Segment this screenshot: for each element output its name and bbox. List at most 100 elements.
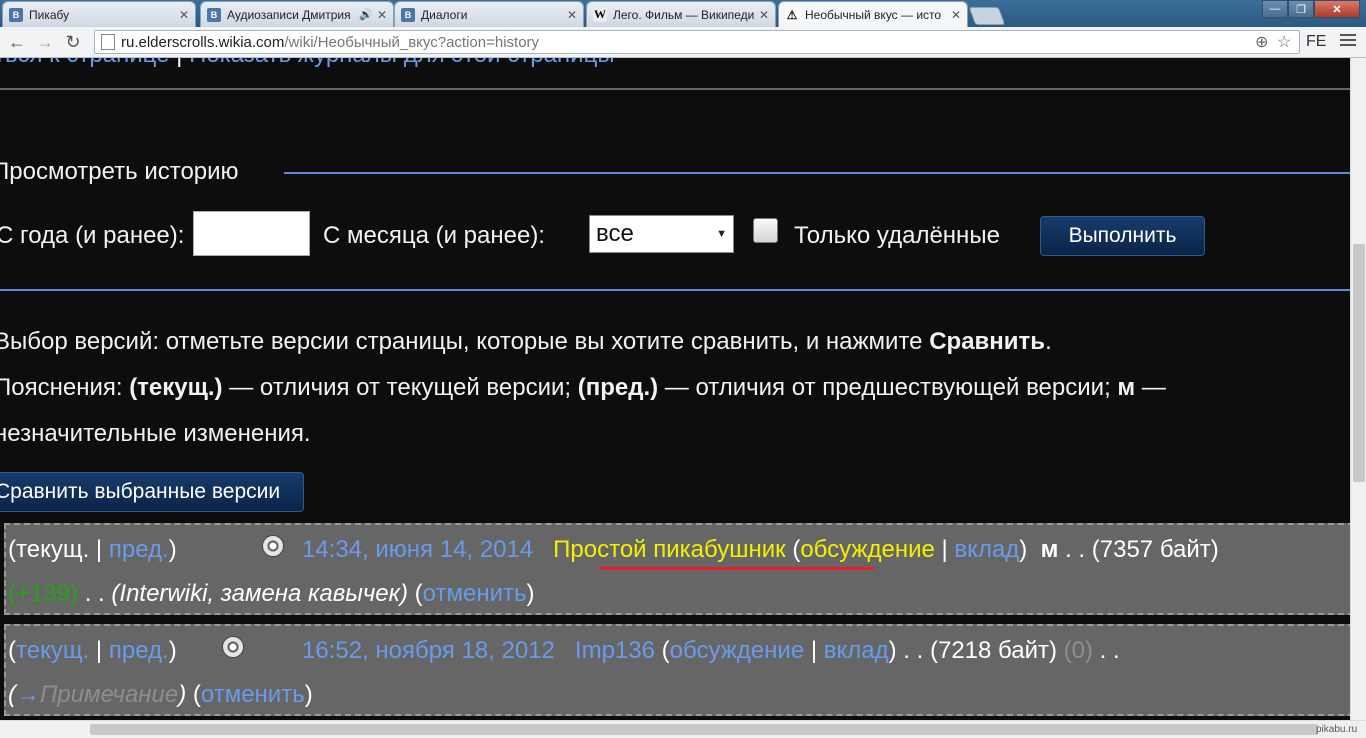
paren: ) [888,637,897,664]
speaker-icon: 🔊 [359,9,373,21]
compare-versions-button[interactable]: Сравнить выбранные версии [0,472,304,512]
vk-favicon-icon: В [401,7,415,22]
tab-bar: В Пикабу ✕ В Аудиозаписи Дмитрия 🔊 ✕ В Д… [0,0,1366,27]
close-tab-icon[interactable]: ✕ [179,8,189,22]
help-text: — [1135,374,1166,401]
revision-user-link[interactable]: Простой пикабушник [553,536,786,563]
user-talk-link[interactable]: обсуждение [800,536,935,563]
help-text-bold: м [1117,374,1136,401]
revision-details: 16:52, ноября 18, 2012 Imp136 (обсуждени… [302,637,1120,665]
user-talk-link[interactable]: обсуждение [670,637,805,664]
vertical-scroll-thumb[interactable] [1353,244,1365,482]
paren: ) [178,681,187,708]
dots: . . [1065,536,1086,563]
paren: ( [414,580,423,607]
help-text: — отличия от предшествующей версии; [658,374,1118,401]
url-path: /wiki/Необычный_вкус?action=history [284,33,540,51]
size-diff: (0) [1063,637,1093,664]
prev-diff-link[interactable]: пред. [109,536,169,563]
tab-title: Пикабу [29,7,70,22]
horizontal-scroll-thumb[interactable] [90,724,1318,735]
fieldset-legend: Просмотреть историю [0,158,239,185]
cur-diff-link[interactable]: текущ. [16,637,89,664]
revision-size: (7218 байт) [929,637,1057,664]
user-contribs-link[interactable]: вклад [954,536,1019,563]
prev-diff-link[interactable]: пред. [109,637,169,664]
paren: ) [1019,536,1028,563]
revision-row: (текущ. | пред.) 16:52, ноября 18, 2012 … [4,624,1350,716]
address-bar[interactable]: ru.elderscrolls.wikia.com/wiki/Необычный… [94,30,1300,54]
revision-user-link[interactable]: Imp136 [575,637,655,664]
page-top-links: ться к странице | Показать журналы для э… [0,58,615,69]
undo-link[interactable]: отменить [423,580,527,607]
minimize-button[interactable]: — [1262,0,1288,18]
back-arrow-icon[interactable]: ← [6,31,28,53]
menu-icon[interactable] [1340,34,1356,49]
tab-title: Лего. Фильм — Википеди [613,7,755,22]
separator: | [934,536,955,563]
revision-timestamp-link[interactable]: 14:34, июня 14, 2014 [302,536,533,563]
dropdown-arrow-icon: ▼ [716,228,727,240]
tab-history-active[interactable]: ⚠ Необычный вкус — исто ✕ [778,1,968,27]
year-input[interactable] [193,211,310,256]
tab-dialogs[interactable]: В Диалоги ✕ [394,1,584,27]
tab-title: Аудиозаписи Дмитрия [227,7,351,22]
paren: ( [192,681,201,708]
close-tab-icon[interactable]: ✕ [567,8,577,22]
revision-radio[interactable] [262,535,284,557]
link-separator: | [170,58,190,68]
help-text-select: Выбор версий: отметьте версии страницы, … [0,328,1052,356]
forward-arrow-icon[interactable]: → [34,31,56,53]
page-viewport: ться к странице | Показать журналы для э… [0,58,1350,720]
dots: . . [903,637,924,664]
close-tab-icon[interactable]: ✕ [951,8,961,22]
section-arrow-link[interactable]: → [16,681,40,708]
divider [0,88,1350,90]
close-tab-icon[interactable]: ✕ [759,8,769,22]
user-contribs-link[interactable]: вклад [824,637,889,664]
dots: . . [1099,637,1120,664]
revision-line: (+139) . . (Interwiki, замена кавычек) (… [8,580,534,608]
bookmark-star-icon[interactable]: ☆ [1277,32,1291,52]
separator: | [89,637,109,664]
maximize-button[interactable]: ❐ [1288,0,1314,18]
revision-line: (текущ. | пред.) [8,536,177,564]
fieldset-border [284,172,1350,174]
vertical-scrollbar[interactable] [1350,58,1366,720]
section-name: Примечание [40,681,179,708]
wikipedia-favicon-icon: W [593,7,607,22]
close-window-button[interactable]: ✕ [1314,0,1360,18]
watermark: pikabu.ru [1316,724,1358,735]
revision-line: (текущ. | пред.) [8,637,177,665]
url-host: ru.elderscrolls.wikia.com [121,33,285,51]
paren: ( [8,681,16,708]
new-tab-button[interactable] [968,7,1006,25]
minor-edit-flag: м [1040,536,1059,563]
revision-line: (→Примечание) (отменить) [8,681,313,709]
submit-button[interactable]: Выполнить [1040,216,1205,256]
size-diff: (+139) [8,580,79,607]
month-select-value: все [596,220,634,247]
tab-wikipedia[interactable]: W Лего. Фильм — Википеди ✕ [586,1,776,27]
deleted-only-checkbox[interactable] [753,218,778,243]
revision-timestamp-link[interactable]: 16:52, ноября 18, 2012 [302,637,555,664]
tab-title: Необычный вкус — исто [805,7,942,22]
reload-icon[interactable]: ↻ [62,31,84,53]
zoom-icon[interactable]: ⊕ [1255,32,1268,52]
help-text: — отличия от текущей версии; [222,374,578,401]
separator: | [89,536,109,563]
revision-details: 14:34, июня 14, 2014 Простой пикабушник … [302,536,1219,564]
close-tab-icon[interactable]: ✕ [377,8,387,22]
help-text: . [1045,328,1052,355]
tab-pikabu[interactable]: В Пикабу ✕ [2,1,196,27]
deleted-only-label[interactable]: Только удалённые [794,222,1000,250]
revision-radio[interactable] [222,636,244,658]
vk-favicon-icon: В [207,7,221,22]
extension-fe-button[interactable]: FE [1306,33,1326,51]
return-to-page-link[interactable]: ться к странице [0,58,170,68]
tab-audio[interactable]: В Аудиозаписи Дмитрия 🔊 ✕ [200,1,394,27]
undo-link[interactable]: отменить [201,681,305,708]
horizontal-scrollbar[interactable] [0,720,1366,738]
month-select[interactable]: все ▼ [589,215,734,253]
show-logs-link[interactable]: Показать журналы для этой страницы [189,58,615,68]
